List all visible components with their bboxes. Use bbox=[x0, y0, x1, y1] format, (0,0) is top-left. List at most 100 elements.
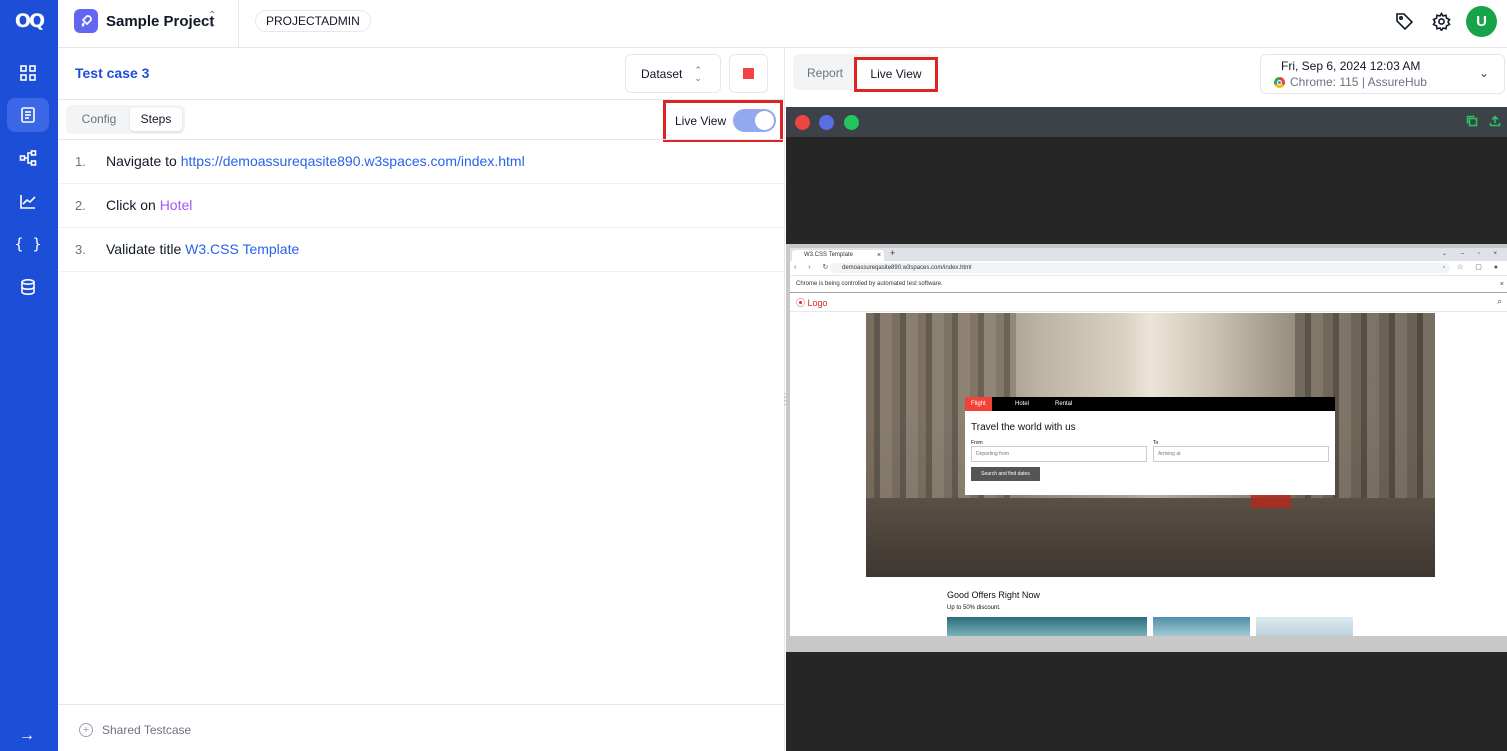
grid-icon bbox=[20, 65, 36, 81]
live-view-control: Live View bbox=[663, 100, 783, 142]
stop-icon bbox=[743, 68, 754, 79]
browser-page: ⦿ Logo ⌕ Flight Hotel Rental Travel the … bbox=[790, 293, 1507, 636]
project-switch-icon[interactable]: ⌃ ⌄ bbox=[208, 11, 216, 30]
live-view-toggle[interactable] bbox=[733, 109, 776, 132]
maximize-dot[interactable] bbox=[844, 115, 859, 130]
booking-title: Travel the world with us bbox=[971, 422, 1076, 433]
dataset-label: Dataset bbox=[641, 66, 683, 81]
step-number: 1. bbox=[75, 154, 86, 169]
search-dates-button: Search and find dates bbox=[971, 467, 1040, 481]
booking-tab-rental: Rental bbox=[1055, 401, 1073, 407]
viewer-toolbar bbox=[786, 107, 1507, 137]
site-navbar: ⦿ Logo ⌕ bbox=[790, 293, 1507, 312]
browser-screenshot: W3.CSS Template × + ⌄ – ▫ × ‹ › ↻ demoass… bbox=[786, 244, 1507, 652]
close-icon: × bbox=[877, 252, 882, 259]
footer: + Shared Testcase bbox=[58, 704, 785, 751]
browser-tab: W3.CSS Template × bbox=[792, 250, 884, 261]
browser-tabstrip: W3.CSS Template × + ⌄ – ▫ × bbox=[790, 248, 1507, 261]
avatar[interactable]: U bbox=[1466, 6, 1497, 37]
browser-actions: ◦ ☆ ▢ ● bbox=[1442, 264, 1503, 271]
minimize-dot[interactable] bbox=[819, 115, 834, 130]
sidebar-item-data[interactable] bbox=[7, 270, 49, 304]
browser-tab-title: W3.CSS Template bbox=[804, 252, 853, 258]
live-viewer: W3.CSS Template × + ⌄ – ▫ × ‹ › ↻ demoass… bbox=[786, 107, 1507, 751]
run-panel: Report Live View Fri, Sep 6, 2024 12:03 … bbox=[786, 48, 1507, 751]
gear-icon[interactable] bbox=[1432, 11, 1451, 34]
browser-window: W3.CSS Template × + ⌄ – ▫ × ‹ › ↻ demoass… bbox=[790, 248, 1507, 636]
role-badge: PROJECTADMIN bbox=[255, 10, 371, 32]
upload-icon[interactable] bbox=[1489, 115, 1501, 127]
divider bbox=[238, 0, 239, 47]
run-date: Fri, Sep 6, 2024 12:03 AM bbox=[1281, 59, 1421, 73]
step-target[interactable]: W3.CSS Template bbox=[185, 241, 299, 257]
site-logo-text: Logo bbox=[807, 298, 828, 308]
sort-icon: ⌃ ⌄ bbox=[694, 64, 702, 83]
run-browser-label: Chrome: 115 | AssureHub bbox=[1290, 75, 1427, 89]
site-logo: ⦿ Logo bbox=[796, 298, 828, 308]
sidebar-item-reports[interactable] bbox=[7, 184, 49, 218]
close-icon: × bbox=[1499, 281, 1504, 288]
step-target[interactable]: https://demoassureqasite890.w3spaces.com… bbox=[181, 153, 525, 169]
step-action: Navigate to bbox=[106, 153, 177, 169]
chevron-down-icon: ⌄ bbox=[1479, 66, 1490, 80]
step-row[interactable]: 3. Validate title W3.CSS Template bbox=[58, 228, 785, 272]
step-target[interactable]: Hotel bbox=[160, 197, 193, 213]
new-tab-icon: + bbox=[890, 248, 896, 258]
testcase-panel: Test case 3 Dataset ⌃ ⌄ Config Steps Live… bbox=[58, 48, 785, 751]
from-input: Departing from bbox=[971, 446, 1147, 462]
booking-tab-hotel: Hotel bbox=[1015, 401, 1030, 407]
chart-icon bbox=[20, 195, 36, 209]
toggle-knob bbox=[755, 111, 774, 130]
project-name[interactable]: Sample Project bbox=[106, 13, 214, 30]
copy-icon[interactable] bbox=[1466, 115, 1478, 127]
step-number: 2. bbox=[75, 198, 86, 213]
offer-image bbox=[947, 617, 1147, 636]
testcase-title: Test case 3 bbox=[75, 65, 150, 81]
chrome-icon bbox=[1274, 76, 1285, 88]
browser-nav-icons: ‹ › ↻ bbox=[794, 264, 834, 271]
sidebar-item-flows[interactable] bbox=[7, 141, 49, 175]
step-number: 3. bbox=[75, 242, 86, 257]
offer-image bbox=[1153, 617, 1250, 636]
workflow-icon bbox=[19, 150, 37, 166]
stop-button[interactable] bbox=[729, 54, 768, 93]
database-icon bbox=[21, 278, 35, 296]
run-selector[interactable]: Fri, Sep 6, 2024 12:03 AM Chrome: 115 | … bbox=[1260, 54, 1505, 94]
to-input: Arriving at bbox=[1153, 446, 1329, 462]
step-action: Click on bbox=[106, 197, 156, 213]
tab-live-view[interactable]: Live View bbox=[854, 57, 938, 92]
sidebar: OQ { } → bbox=[0, 0, 58, 751]
search-icon: ⌕ bbox=[1496, 296, 1502, 306]
shared-testcase-label: Shared Testcase bbox=[102, 723, 192, 737]
sidebar-item-variables[interactable]: { } bbox=[7, 227, 49, 261]
sidebar-item-testcases[interactable] bbox=[7, 98, 49, 132]
list-icon bbox=[21, 107, 35, 123]
browser-addressbar: ‹ › ↻ demoassureqasite890.w3spaces.com/i… bbox=[790, 261, 1507, 275]
tag-icon[interactable] bbox=[1395, 12, 1414, 34]
hero-street bbox=[866, 498, 1435, 577]
step-row[interactable]: 2. Click on Hotel bbox=[58, 184, 785, 228]
sidebar-item-dashboard[interactable] bbox=[7, 56, 49, 90]
tab-config[interactable]: Config bbox=[70, 108, 128, 131]
add-circle-icon: + bbox=[79, 723, 93, 737]
testcase-tabs: Config Steps bbox=[66, 105, 185, 134]
dataset-button[interactable]: Dataset ⌃ ⌄ bbox=[625, 54, 721, 93]
offers-subtitle: Up to 50% discount. bbox=[947, 605, 1001, 611]
close-dot[interactable] bbox=[795, 115, 810, 130]
step-action: Validate title bbox=[106, 241, 182, 257]
step-text: Click on Hotel bbox=[106, 197, 192, 213]
shared-testcase-button[interactable]: + Shared Testcase bbox=[79, 723, 191, 737]
expand-sidebar-icon[interactable]: → bbox=[19, 727, 35, 745]
live-view-label: Live View bbox=[675, 114, 727, 128]
tab-report[interactable]: Report bbox=[807, 66, 843, 80]
run-browser: Chrome: 115 | AssureHub bbox=[1274, 75, 1427, 89]
rocket-icon bbox=[74, 9, 98, 33]
offers-title: Good Offers Right Now bbox=[947, 590, 1040, 600]
tab-steps[interactable]: Steps bbox=[130, 108, 182, 131]
automation-infobar: Chrome is being controlled by automated … bbox=[790, 275, 1507, 293]
app-logo[interactable]: OQ bbox=[10, 10, 48, 32]
offer-image bbox=[1256, 617, 1353, 636]
step-text: Navigate to https://demoassureqasite890.… bbox=[106, 153, 525, 169]
step-row[interactable]: 1. Navigate to https://demoassureqasite8… bbox=[58, 140, 785, 184]
window-controls: ⌄ – ▫ × bbox=[1442, 251, 1503, 257]
